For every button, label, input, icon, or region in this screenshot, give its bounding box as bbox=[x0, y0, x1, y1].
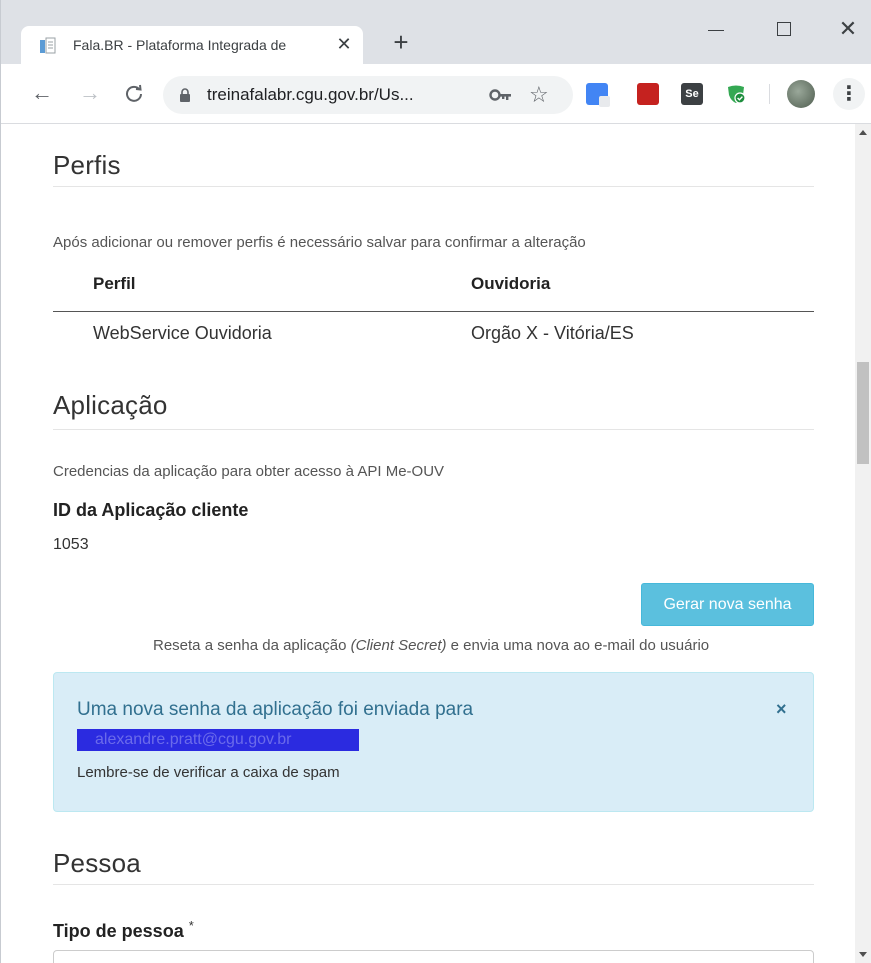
helper-text-start: Reseta a senha da aplicação bbox=[153, 637, 351, 654]
helper-text-client-secret: (Client Secret) bbox=[350, 637, 447, 654]
alert-message: Uma nova senha da aplicação foi enviada … bbox=[77, 699, 474, 720]
key-icon[interactable] bbox=[489, 86, 513, 104]
browser-toolbar: ← → treinafalabr.cgu.gov.br/Us... ☆ Se ⋮ bbox=[1, 64, 871, 124]
alert-close-icon[interactable]: × bbox=[776, 699, 787, 719]
url-text[interactable]: treinafalabr.cgu.gov.br/Us... bbox=[207, 85, 414, 105]
scrollbar-thumb[interactable] bbox=[857, 362, 869, 464]
tipo-pessoa-select[interactable] bbox=[53, 950, 814, 963]
new-tab-button[interactable]: + bbox=[387, 28, 415, 56]
required-marker: * bbox=[188, 918, 194, 933]
cell-perfil: WebService Ouvidoria bbox=[93, 323, 272, 343]
scroll-down-arrow-icon[interactable] bbox=[859, 952, 867, 957]
perfis-divider bbox=[53, 186, 814, 187]
tab-title: Fala.BR - Plataforma Integrada de bbox=[73, 37, 287, 53]
pessoa-heading: Pessoa bbox=[53, 848, 141, 878]
avatar[interactable] bbox=[787, 80, 815, 108]
address-bar[interactable]: treinafalabr.cgu.gov.br/Us... ☆ bbox=[163, 76, 573, 114]
minimize-button[interactable] bbox=[701, 14, 731, 44]
page-scrollbar[interactable] bbox=[855, 124, 871, 963]
redacted-email-text: alexandre.pratt@cgu.gov.br bbox=[95, 731, 292, 748]
tab-strip: Fala.BR - Plataforma Integrada de ✕ + ✕ bbox=[1, 0, 871, 64]
lock-icon bbox=[180, 88, 190, 102]
reload-button[interactable] bbox=[119, 78, 149, 108]
page-content: Perfis Após adicionar ou remover perfis … bbox=[1, 124, 856, 963]
alert-spam-note: Lembre-se de verificar a caixa de spam bbox=[77, 764, 340, 781]
pdf-icon[interactable] bbox=[637, 83, 659, 105]
minimize-icon bbox=[708, 30, 724, 31]
back-button[interactable]: ← bbox=[27, 78, 57, 108]
aplicacao-divider bbox=[53, 429, 814, 430]
info-alert: Uma nova senha da aplicação foi enviada … bbox=[53, 672, 814, 812]
column-header-perfil: Perfil bbox=[93, 274, 136, 293]
perfis-note: Após adicionar ou remover perfis é neces… bbox=[53, 234, 586, 251]
bookmark-star-icon[interactable]: ☆ bbox=[529, 82, 549, 108]
aplicacao-note: Credencias da aplicação para obter acess… bbox=[53, 463, 445, 480]
helper-text-end: e envia uma nova ao e-mail do usuário bbox=[446, 637, 710, 654]
table-header-divider bbox=[53, 311, 814, 312]
cell-ouvidoria: Orgão X - Vitória/ES bbox=[471, 323, 634, 343]
perfis-heading: Perfis bbox=[53, 150, 121, 180]
translate-icon[interactable] bbox=[586, 83, 610, 107]
selenium-icon[interactable]: Se bbox=[681, 83, 703, 105]
tab-close-icon[interactable]: ✕ bbox=[333, 33, 355, 55]
reset-helper-text: Reseta a senha da aplicação (Client Secr… bbox=[153, 637, 709, 654]
maximize-button[interactable] bbox=[769, 14, 799, 44]
maximize-icon bbox=[777, 22, 791, 36]
scroll-up-arrow-icon[interactable] bbox=[859, 130, 867, 135]
menu-icon[interactable]: ⋮ bbox=[833, 78, 865, 110]
forward-button[interactable]: → bbox=[75, 78, 105, 108]
generate-password-button[interactable]: Gerar nova senha bbox=[641, 583, 814, 626]
reload-icon bbox=[126, 84, 142, 102]
pessoa-divider bbox=[53, 884, 814, 885]
aplicacao-heading: Aplicação bbox=[53, 390, 168, 420]
page-viewport: Perfis Após adicionar ou remover perfis … bbox=[0, 124, 871, 963]
document-icon bbox=[40, 37, 56, 54]
toolbar-divider bbox=[769, 84, 770, 104]
tipo-pessoa-text: Tipo de pessoa bbox=[53, 921, 184, 941]
browser-chrome: Fala.BR - Plataforma Integrada de ✕ + ✕ … bbox=[0, 0, 871, 124]
window-close-button[interactable]: ✕ bbox=[833, 14, 863, 44]
shield-icon[interactable] bbox=[725, 83, 747, 105]
tipo-pessoa-label: Tipo de pessoa * bbox=[53, 918, 194, 942]
client-id-value: 1053 bbox=[53, 536, 89, 553]
browser-tab[interactable]: Fala.BR - Plataforma Integrada de ✕ bbox=[21, 26, 363, 64]
client-id-label: ID da Aplicação cliente bbox=[53, 500, 249, 520]
redacted-email: alexandre.pratt@cgu.gov.br bbox=[77, 729, 359, 751]
column-header-ouvidoria: Ouvidoria bbox=[471, 274, 551, 293]
